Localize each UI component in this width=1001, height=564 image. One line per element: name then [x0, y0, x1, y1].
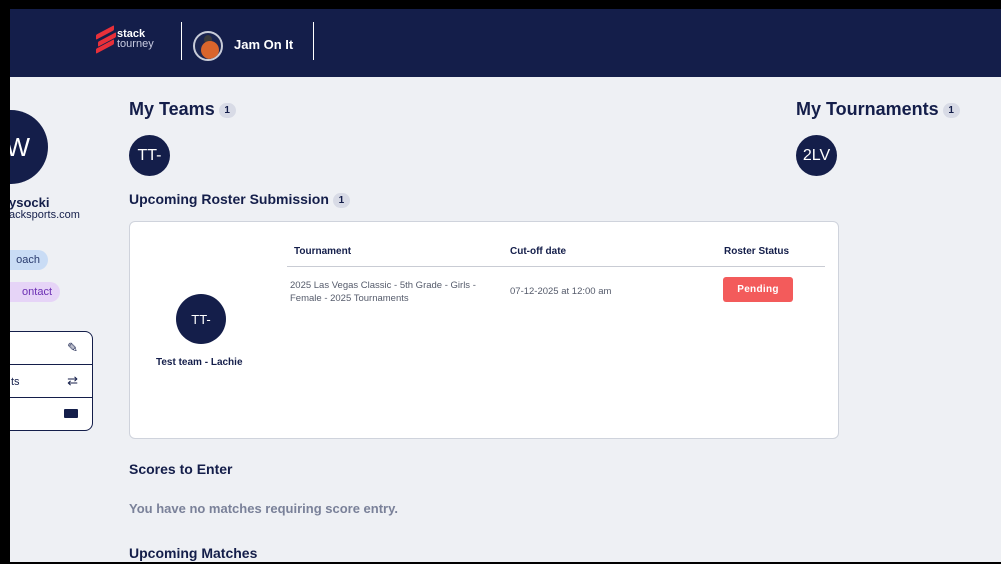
app-frame: stack tourney Jam On It W ysocki ackspor…: [10, 9, 1001, 562]
my-tournaments-heading: My Tournaments 1: [796, 99, 960, 120]
edit-profile-item[interactable]: ✎: [10, 332, 92, 365]
my-teams-count: 1: [218, 102, 236, 118]
roster-submission-card: TT- Test team - Lachie Tournament Cut-of…: [129, 221, 839, 439]
credit-card-icon: [64, 406, 78, 421]
column-header-tournament: Tournament: [294, 246, 352, 257]
logo-text-tourney: tourney: [117, 38, 154, 50]
table-divider: [287, 266, 825, 267]
upcoming-matches-heading: Upcoming Matches: [129, 545, 258, 561]
stack-tourney-logo[interactable]: stack tourney: [96, 25, 154, 54]
pending-status-button[interactable]: Pending: [723, 277, 793, 302]
payments-item[interactable]: [10, 398, 92, 430]
scores-to-enter-heading: Scores to Enter: [129, 461, 233, 477]
cutoff-cell: 07-12-2025 at 12:00 am: [510, 286, 612, 297]
profile-name: ysocki: [10, 195, 50, 210]
my-teams-heading: My Teams 1: [129, 99, 236, 120]
column-header-cutoff: Cut-off date: [510, 246, 567, 257]
column-header-roster-status: Roster Status: [724, 246, 790, 257]
no-scores-message: You have no matches requiring score entr…: [129, 501, 398, 516]
stack-logo-icon: [96, 25, 116, 54]
tournament-cell: 2025 Las Vegas Classic - 5th Grade - Gir…: [290, 280, 476, 304]
transfers-label: ts: [11, 376, 20, 388]
contact-badge[interactable]: ontact: [10, 282, 60, 302]
tournament-avatar[interactable]: 2LV: [796, 135, 837, 176]
my-tournaments-count: 1: [942, 102, 960, 118]
profile-avatar: W: [10, 110, 48, 184]
team-avatar[interactable]: TT-: [129, 135, 170, 176]
role-badge: oach: [10, 250, 48, 270]
header-divider: [181, 22, 182, 60]
roster-submission-heading: Upcoming Roster Submission 1: [129, 191, 350, 208]
profile-menu: ✎ ts ⇄: [10, 331, 93, 431]
roster-team-name: Test team - Lachie: [156, 357, 243, 368]
organization-avatar[interactable]: [193, 31, 223, 61]
profile-email: acksports.com: [10, 209, 80, 221]
roster-team-avatar[interactable]: TT-: [176, 294, 226, 344]
organization-name[interactable]: Jam On It: [234, 37, 293, 52]
transfers-item[interactable]: ts ⇄: [10, 365, 92, 398]
top-navbar: stack tourney Jam On It: [10, 9, 1001, 77]
roster-submission-count: 1: [332, 192, 350, 208]
transfer-icon: ⇄: [67, 373, 78, 388]
edit-icon: ✎: [67, 340, 78, 355]
header-divider: [313, 22, 314, 60]
